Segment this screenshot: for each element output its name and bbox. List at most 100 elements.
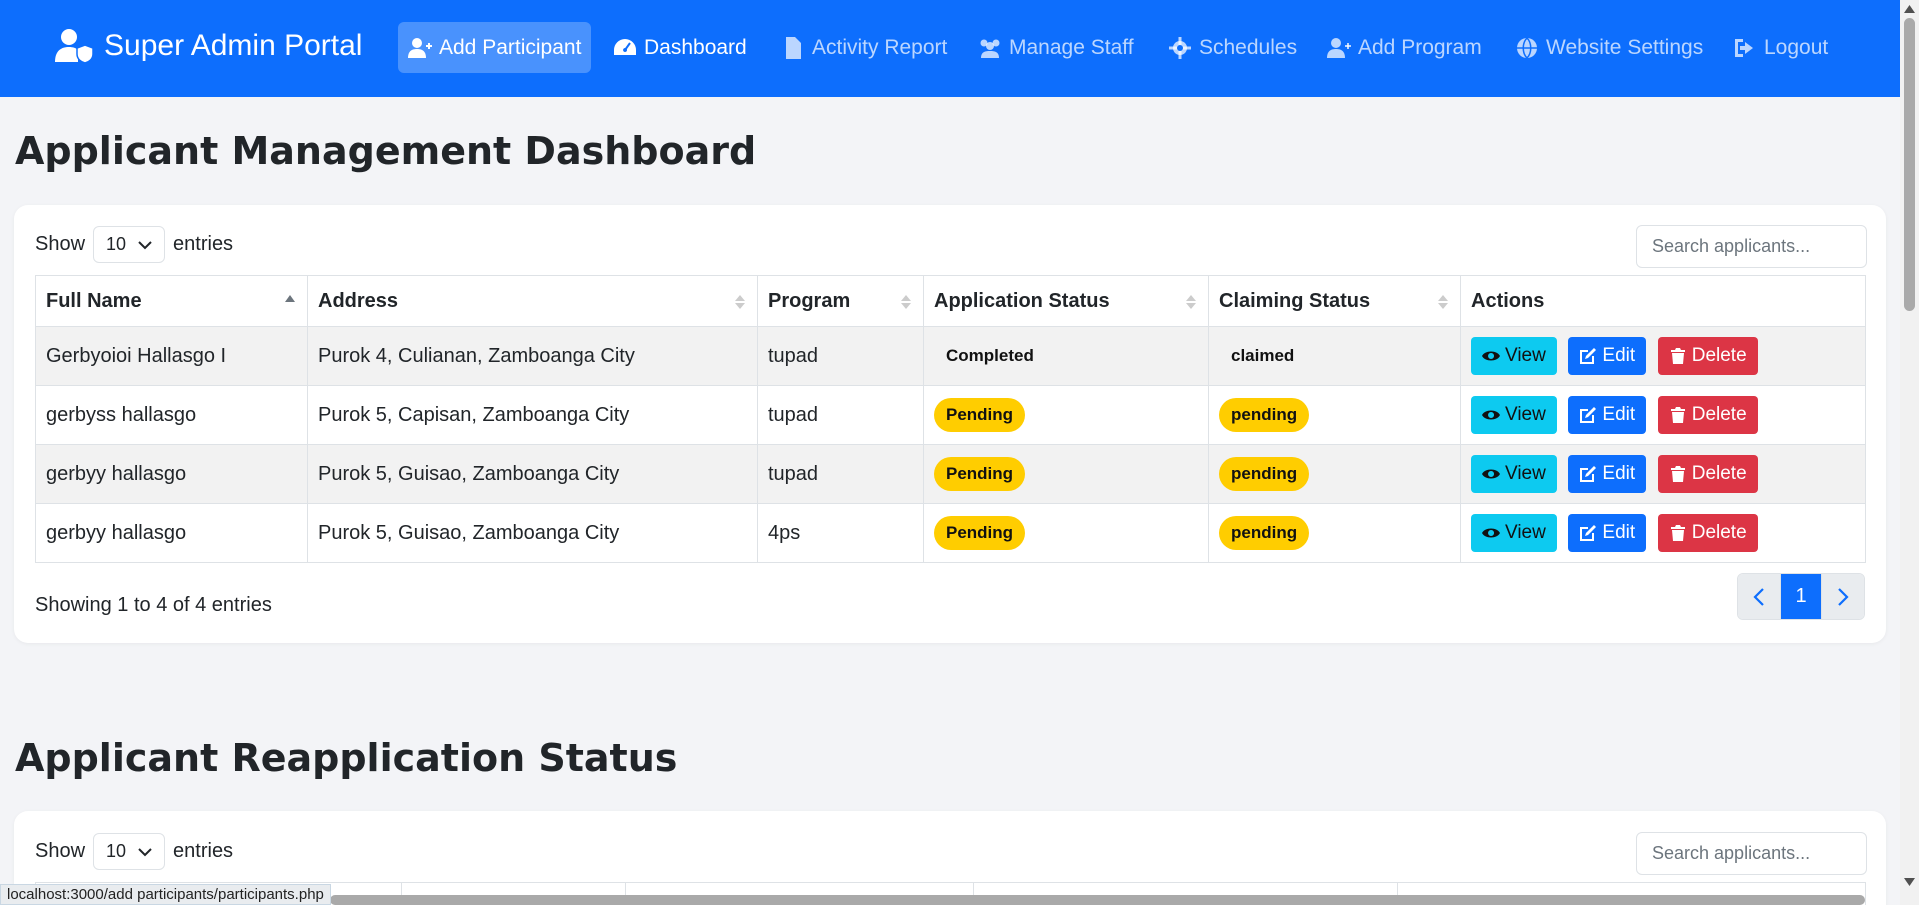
chevron-down-icon [138, 847, 152, 856]
eye-icon [1482, 410, 1500, 420]
view-button[interactable]: View [1471, 514, 1557, 552]
column-header-program[interactable]: Program [757, 275, 924, 327]
search-input[interactable] [1636, 225, 1867, 268]
applicants-table: Full Name Address Program Application St… [35, 275, 1866, 563]
table-row: Gerbyoioi Hallasgo I Purok 4, Culianan, … [35, 326, 1866, 386]
table-row: gerbyy hallasgo Purok 5, Guisao, Zamboan… [35, 503, 1866, 563]
delete-button[interactable]: Delete [1657, 337, 1758, 375]
cell-full-name: Gerbyoioi Hallasgo I [35, 326, 308, 386]
page-title: Applicant Management Dashboard [15, 129, 757, 173]
scroll-up-icon[interactable] [1903, 4, 1916, 14]
cell-application-status: Pending [923, 385, 1209, 445]
view-button[interactable]: View [1471, 455, 1557, 493]
users-icon [980, 39, 1000, 58]
delete-button[interactable]: Delete [1657, 514, 1758, 552]
search-input[interactable] [1636, 832, 1867, 875]
nav-schedules[interactable]: Schedules [1158, 22, 1307, 73]
page-button[interactable]: 1 [1780, 574, 1822, 619]
nav-add-participant[interactable]: Add Participant [398, 22, 592, 73]
eye-icon [1482, 351, 1500, 361]
top-navbar: Super Admin Portal Add Participant Dashb… [0, 0, 1900, 97]
cell-address: Purok 4, Culianan, Zamboanga City [307, 326, 758, 386]
trash-icon [1670, 525, 1685, 541]
cell-full-name: gerbyss hallasgo [35, 385, 308, 445]
length-control: Show 10 entries [35, 833, 233, 870]
logout-icon [1735, 38, 1753, 57]
gauge-icon [614, 38, 636, 55]
sort-icon [1186, 295, 1196, 309]
user-plus-icon [1327, 37, 1351, 58]
status-badge: pending [1219, 516, 1310, 550]
brand[interactable]: Super Admin Portal [54, 28, 362, 64]
nav-website-settings[interactable]: Website Settings [1505, 22, 1713, 73]
view-button[interactable]: View [1471, 396, 1557, 434]
nav-add-program[interactable]: Add Program [1317, 22, 1492, 73]
scroll-down-icon[interactable] [1903, 877, 1916, 887]
status-badge: pending [1219, 457, 1310, 491]
cell-claiming-status: pending [1208, 503, 1461, 563]
cell-program: tupad [757, 444, 924, 504]
column-header-address[interactable]: Address [307, 275, 758, 327]
cell-full-name: gerbyy hallasgo [35, 503, 308, 563]
section-title-reapplication: Applicant Reapplication Status [15, 736, 678, 780]
cell-application-status: Pending [923, 503, 1209, 563]
column-header-application-status[interactable]: Application Status [923, 275, 1209, 327]
length-control: Show 10 entries [35, 226, 233, 263]
cell-program: tupad [757, 326, 924, 386]
cell-program: 4ps [757, 503, 924, 563]
nav-manage-staff[interactable]: Manage Staff [968, 22, 1144, 73]
edit-icon [1580, 348, 1597, 364]
status-badge: Pending [934, 516, 1026, 550]
cell-actions: View Edit Delete [1460, 444, 1866, 504]
cell-claiming-status: pending [1208, 444, 1461, 504]
column-header-full-name[interactable]: Full Name [35, 275, 308, 327]
prev-page-button[interactable] [1738, 574, 1780, 619]
table-info: Showing 1 to 4 of 4 entries [35, 594, 272, 616]
cell-actions: View Edit Delete [1460, 326, 1866, 386]
globe-icon [1517, 36, 1537, 59]
edit-icon [1580, 466, 1597, 482]
view-button[interactable]: View [1471, 337, 1557, 375]
status-badge: Pending [934, 398, 1026, 432]
eye-icon [1482, 528, 1500, 538]
nav-logout[interactable]: Logout [1723, 22, 1838, 73]
delete-button[interactable]: Delete [1657, 396, 1758, 434]
sort-asc-icon [285, 295, 295, 302]
table-row: gerbyss hallasgo Purok 5, Capisan, Zambo… [35, 385, 1866, 445]
trash-icon [1670, 466, 1685, 482]
status-badge: Completed [946, 346, 1034, 365]
column-header-claiming-status[interactable]: Claiming Status [1208, 275, 1461, 327]
user-shield-icon [55, 29, 94, 64]
column-header-actions: Actions [1460, 275, 1866, 327]
edit-button[interactable]: Edit [1568, 396, 1647, 434]
next-page-button[interactable] [1822, 574, 1864, 619]
delete-button[interactable]: Delete [1657, 455, 1758, 493]
nav-dashboard[interactable]: Dashboard [603, 22, 757, 73]
user-plus-icon [408, 37, 432, 58]
entries-select[interactable]: 10 [93, 833, 166, 870]
table-row: gerbyy hallasgo Purok 5, Guisao, Zamboan… [35, 444, 1866, 504]
edit-button[interactable]: Edit [1568, 337, 1647, 375]
cell-claiming-status: claimed [1208, 326, 1461, 386]
cell-application-status: Completed [923, 326, 1209, 386]
cell-full-name: gerbyy hallasgo [35, 444, 308, 504]
edit-icon [1580, 525, 1597, 541]
brand-title: Super Admin Portal [104, 29, 363, 62]
trash-icon [1670, 348, 1685, 364]
horizontal-scrollbar[interactable] [330, 895, 1865, 905]
pagination: 1 [1737, 573, 1865, 620]
scrollbar-thumb[interactable] [1904, 18, 1915, 311]
edit-button[interactable]: Edit [1568, 455, 1647, 493]
chevron-right-icon [1838, 587, 1849, 606]
nav-activity-report[interactable]: Activity Report [771, 22, 957, 73]
cell-actions: View Edit Delete [1460, 503, 1866, 563]
sort-icon [735, 295, 745, 309]
status-url: localhost:3000/add participants/particip… [0, 884, 331, 905]
file-icon [786, 36, 801, 59]
entries-select[interactable]: 10 [93, 226, 166, 263]
edit-button[interactable]: Edit [1568, 514, 1647, 552]
gear-icon [1169, 36, 1191, 59]
status-badge: Pending [934, 457, 1026, 491]
sort-icon [901, 295, 911, 309]
chevron-left-icon [1753, 587, 1764, 606]
